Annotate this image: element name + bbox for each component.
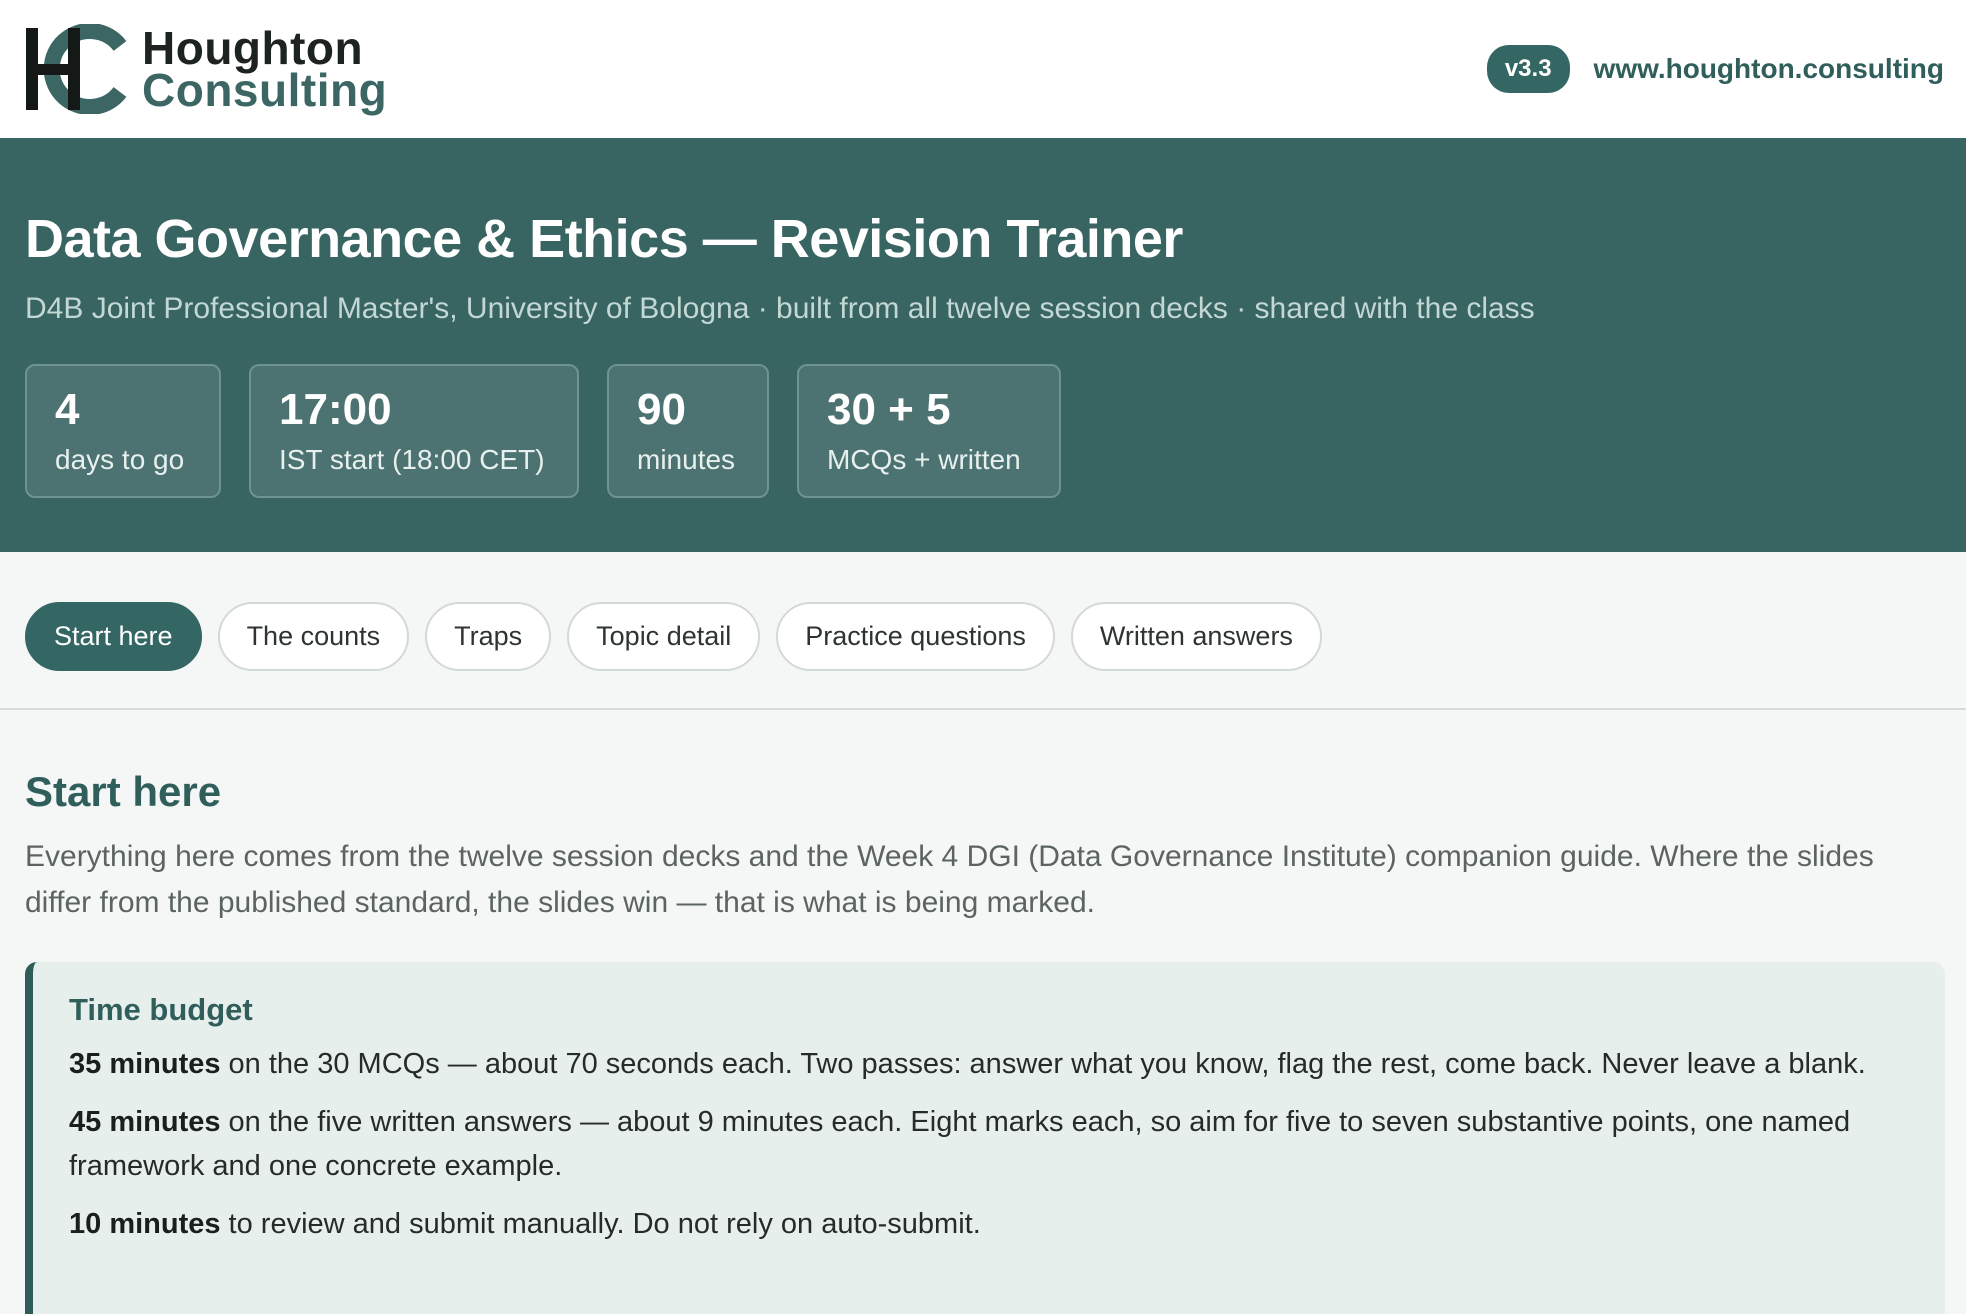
callout-item: 45 minutes on the five written answers —…	[69, 1100, 1909, 1188]
stat-start-time: 17:00 IST start (18:00 CET)	[249, 364, 579, 498]
logo-line-1: Houghton	[142, 21, 364, 74]
tab-bar: Start here The counts Traps Topic detail…	[0, 552, 1966, 710]
callout-item-bold: 45 minutes	[69, 1106, 221, 1138]
callout-item: 35 minutes on the 30 MCQs — about 70 sec…	[69, 1042, 1909, 1086]
tab-practice-questions[interactable]: Practice questions	[776, 601, 1055, 671]
callout-item-bold: 35 minutes	[69, 1048, 221, 1080]
intro-paragraph: Everything here comes from the twelve se…	[25, 840, 1874, 919]
callout-title: Time budget	[69, 992, 253, 1027]
stat-value: 17:00	[279, 385, 392, 434]
stat-minutes: 90 minutes	[607, 364, 769, 498]
page-title: Data Governance & Ethics — Revision Trai…	[25, 209, 1183, 269]
stat-value: 90	[637, 385, 686, 434]
callout-item-text: on the five written answers — about 9 mi…	[69, 1106, 1851, 1182]
tab-topic-detail[interactable]: Topic detail	[567, 601, 761, 671]
tab-written-answers[interactable]: Written answers	[1070, 601, 1322, 671]
stat-days-to-go: 4 days to go	[25, 364, 221, 498]
stat-label: minutes	[637, 444, 736, 476]
callout-item: 10 minutes to review and submit manually…	[69, 1202, 1909, 1246]
callout-item-bold: 10 minutes	[69, 1208, 221, 1240]
version-badge: v3.3	[1486, 45, 1570, 93]
stat-question-count: 30 + 5 MCQs + written	[797, 364, 1061, 498]
stat-value: 4	[55, 385, 80, 434]
hc-logo-icon	[26, 24, 127, 114]
page-subtitle: D4B Joint Professional Master's, Univers…	[25, 292, 1535, 325]
hero-banner: Data Governance & Ethics — Revision Trai…	[0, 138, 1966, 552]
website-link[interactable]: www.houghton.consulting	[1594, 53, 1944, 85]
brand-logo[interactable]: Houghton Consulting	[24, 24, 387, 114]
section-title: Start here	[25, 768, 222, 815]
logo-text: Houghton Consulting	[142, 21, 388, 116]
callout-item-text: on the 30 MCQs — about 70 seconds each. …	[220, 1048, 1866, 1080]
tab-start-here[interactable]: Start here	[25, 601, 202, 671]
tab-the-counts[interactable]: The counts	[217, 601, 410, 671]
top-right: v3.3 www.houghton.consulting	[1486, 45, 1944, 93]
time-budget-callout: Time budget 35 minutes on the 30 MCQs — …	[25, 962, 1945, 1314]
stats-row: 4 days to go 17:00 IST start (18:00 CET)…	[25, 364, 1941, 498]
stat-label: days to go	[55, 444, 185, 476]
tab-traps[interactable]: Traps	[425, 601, 552, 671]
stat-label: MCQs + written	[827, 444, 1021, 476]
callout-item-text: to review and submit manually. Do not re…	[220, 1208, 981, 1240]
top-bar: Houghton Consulting v3.3 www.houghton.co…	[0, 0, 1966, 138]
stat-label: IST start (18:00 CET)	[279, 444, 545, 476]
stat-value: 30 + 5	[827, 385, 951, 434]
main-content: Start here Everything here comes from th…	[25, 710, 1945, 1314]
logo-line-2: Consulting	[142, 64, 388, 116]
